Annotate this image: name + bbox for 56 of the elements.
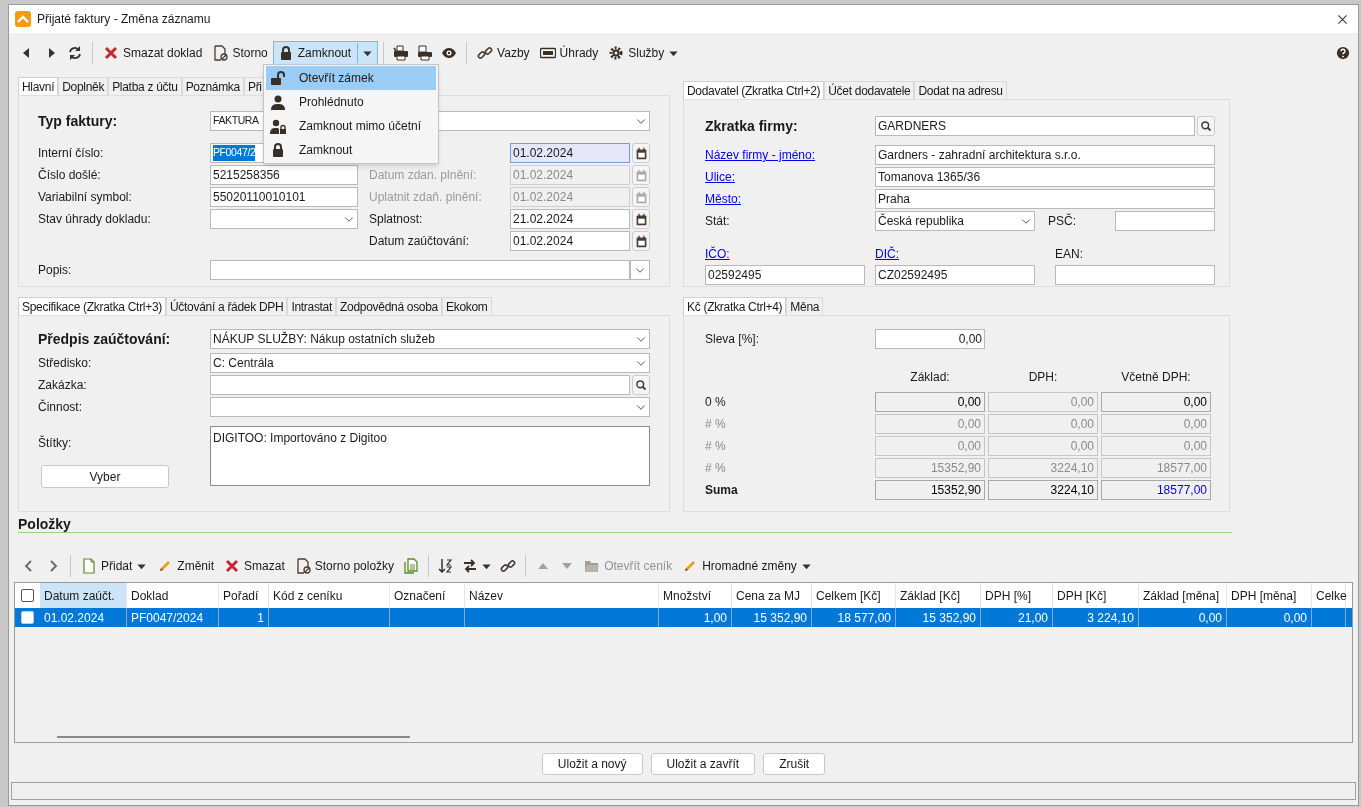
table-cell-text: 21,00 [1017, 609, 1048, 627]
amount-field: 0,00 [988, 392, 1098, 412]
field-label: Stav úhrady dokladu: [38, 211, 152, 228]
column-header: DPH: [1028, 369, 1058, 386]
column-header: Základ: [910, 369, 950, 386]
field-label: Předpis zaúčtování: [38, 329, 172, 349]
field-label: Zkratka firmy: [705, 116, 799, 136]
field-label: Středisko: [38, 355, 93, 372]
amount-field: 18577,00 [1101, 458, 1211, 478]
row-label: # % [705, 438, 727, 455]
amount-field: 3224,10 [988, 458, 1098, 478]
amount-field: 0,00 [875, 436, 985, 456]
table-cell-text: 1,00 [703, 609, 727, 627]
table-cell-text: 01.02.2024 [44, 609, 105, 627]
row-label: 0 % [705, 394, 727, 411]
amount-field: 0,00 [988, 414, 1098, 434]
field-label: Činnost: [38, 398, 84, 416]
window-title: Přijaté faktury - Změna záznamu [37, 11, 211, 28]
field-label: Číslo došlé: [38, 166, 102, 184]
amount-field: 0,00 [1101, 414, 1211, 434]
field-label: Sleva [%]: [705, 331, 761, 348]
field-label: Interní číslo: [38, 145, 105, 162]
table-cell-text: 1 [257, 609, 264, 627]
field-label: Typ faktury: [38, 111, 119, 131]
field-label: Popis: [38, 262, 73, 279]
table-cell-text: 18 577,00 [837, 609, 891, 627]
table-cell-text: 15 352,90 [753, 609, 807, 627]
amount-field: 0,00 [1101, 436, 1211, 456]
section-title: Položky [18, 516, 71, 532]
field-label: EAN: [1055, 246, 1083, 263]
amount-field: 0,00 [875, 414, 985, 434]
row-label: Suma [705, 482, 739, 499]
amount-field: 15352,90 [875, 458, 985, 478]
field-label: Štítky: [38, 434, 72, 452]
amount-field: 3224,10 [988, 480, 1098, 500]
amount-field: 18577,00 [1101, 480, 1211, 500]
table-cell-text: 3 224,10 [1087, 609, 1134, 627]
amount-field: 0,00 [875, 392, 985, 412]
field-label: Datum zaúčtování: [369, 233, 471, 250]
table-cell-text: PF0047/2024 [131, 609, 204, 627]
amount-field: 0,00 [1101, 392, 1211, 412]
field-label: Splatnost: [369, 211, 424, 228]
table-cell-text: 0,00 [1198, 609, 1222, 627]
table-cell-text: 0,00 [1283, 609, 1307, 627]
field-label: PSČ: [1048, 212, 1077, 230]
row-label: # % [705, 460, 727, 477]
field-label: Zakázka: [38, 377, 88, 394]
field-label: Stát: [705, 213, 731, 230]
column-header: Včetně DPH: [1121, 369, 1191, 386]
field-label: Datum zdan. plnění: [369, 167, 478, 184]
row-label: # % [705, 416, 727, 433]
table-cell-text: 15 352,90 [922, 609, 976, 627]
field-label: Variabilní symbol: [38, 189, 133, 206]
amount-field: 0,00 [988, 436, 1098, 456]
amount-field: 15352,90 [875, 480, 985, 500]
field-label: Uplatnit zdaň. plnění: [369, 189, 483, 206]
